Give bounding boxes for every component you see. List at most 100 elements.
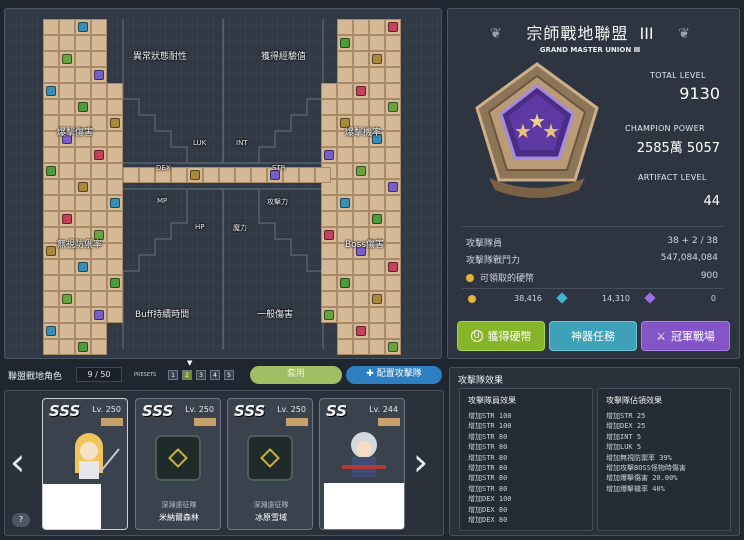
board-tile[interactable] (353, 195, 369, 211)
board-tile[interactable] (219, 167, 235, 183)
board-tile[interactable] (107, 99, 123, 115)
board-tile[interactable] (353, 35, 369, 51)
arrow-right-icon[interactable]: › (413, 440, 428, 484)
board-tile[interactable] (353, 51, 369, 67)
board-tile[interactable] (385, 147, 401, 163)
board-tile[interactable] (59, 307, 75, 323)
board-tile[interactable] (91, 83, 107, 99)
board-tile[interactable] (369, 259, 385, 275)
board-tile[interactable] (107, 163, 123, 179)
apply-button[interactable]: 套用 (250, 366, 342, 384)
board-tile[interactable] (91, 339, 107, 355)
board-tile[interactable] (385, 227, 401, 243)
board-tile[interactable] (43, 51, 59, 67)
board-tile[interactable] (235, 167, 251, 183)
board-tile[interactable] (91, 99, 107, 115)
board-tile[interactable] (385, 243, 401, 259)
board-tile[interactable] (321, 243, 337, 259)
board-tile[interactable] (385, 163, 401, 179)
board-tile[interactable] (59, 275, 75, 291)
board-tile[interactable] (91, 35, 107, 51)
board-tile[interactable] (91, 51, 107, 67)
character-card[interactable]: SSS Lv. 250 (42, 398, 128, 530)
board-tile[interactable] (353, 179, 369, 195)
board-tile[interactable] (369, 195, 385, 211)
board-tile[interactable] (299, 167, 315, 183)
board-tile[interactable] (75, 307, 91, 323)
board-tile[interactable] (43, 147, 59, 163)
board-tile[interactable] (107, 147, 123, 163)
board-tile[interactable] (385, 307, 401, 323)
board-tile[interactable] (385, 195, 401, 211)
board-tile[interactable] (43, 275, 59, 291)
board-tile[interactable] (75, 195, 91, 211)
board-tile[interactable] (321, 131, 337, 147)
board-tile[interactable] (91, 115, 107, 131)
board-tile[interactable] (353, 19, 369, 35)
board-tile[interactable] (369, 147, 385, 163)
preset-3-button[interactable]: 3 (196, 370, 206, 380)
preset-5-button[interactable]: 5 (224, 370, 234, 380)
board-tile[interactable] (43, 195, 59, 211)
board-tile[interactable] (59, 99, 75, 115)
board-tile[interactable] (75, 323, 91, 339)
board-tile[interactable] (369, 307, 385, 323)
board-tile[interactable] (123, 167, 139, 183)
board-tile[interactable] (43, 35, 59, 51)
board-tile[interactable] (59, 323, 75, 339)
champion-battle-button[interactable]: ⚔ 冠軍戰場 (641, 321, 730, 351)
board-tile[interactable] (385, 67, 401, 83)
board-tile[interactable] (75, 163, 91, 179)
board-tile[interactable] (107, 291, 123, 307)
board-tile[interactable] (353, 99, 369, 115)
board-tile[interactable] (43, 211, 59, 227)
board-tile[interactable] (75, 147, 91, 163)
board-tile[interactable] (43, 307, 59, 323)
board-tile[interactable] (91, 179, 107, 195)
board-tile[interactable] (139, 167, 155, 183)
board-tile[interactable] (353, 211, 369, 227)
board-tile[interactable] (337, 83, 353, 99)
board-tile[interactable] (369, 99, 385, 115)
board-tile[interactable] (353, 259, 369, 275)
board-tile[interactable] (353, 67, 369, 83)
get-coins-button[interactable]: U 獲得硬幣 (457, 321, 545, 351)
board-tile[interactable] (171, 167, 187, 183)
board-tile[interactable] (337, 51, 353, 67)
board-tile[interactable] (59, 35, 75, 51)
board-tile[interactable] (91, 19, 107, 35)
board-tile[interactable] (91, 211, 107, 227)
board-tile[interactable] (107, 131, 123, 147)
board-tile[interactable] (337, 19, 353, 35)
board-tile[interactable] (43, 179, 59, 195)
union-board[interactable]: 異常狀態耐性 獲得經驗值 爆擊傷害 爆擊機率 LUK INT DEX STR M… (4, 8, 442, 359)
board-tile[interactable] (321, 195, 337, 211)
board-tile[interactable] (369, 83, 385, 99)
board-tile[interactable] (369, 339, 385, 355)
board-tile[interactable] (43, 339, 59, 355)
board-tile[interactable] (385, 83, 401, 99)
board-tile[interactable] (369, 275, 385, 291)
board-tile[interactable] (107, 179, 123, 195)
board-tile[interactable] (59, 147, 75, 163)
board-tile[interactable] (385, 35, 401, 51)
board-tile[interactable] (107, 211, 123, 227)
board-tile[interactable] (321, 291, 337, 307)
board-tile[interactable] (107, 259, 123, 275)
board-tile[interactable] (337, 259, 353, 275)
board-tile[interactable] (315, 167, 331, 183)
board-tile[interactable] (385, 211, 401, 227)
board-tile[interactable] (321, 259, 337, 275)
board-tile[interactable] (75, 275, 91, 291)
board-tile[interactable] (321, 99, 337, 115)
board-tile[interactable] (337, 323, 353, 339)
preset-1-button[interactable]: 1 (168, 370, 178, 380)
board-tile[interactable] (43, 67, 59, 83)
board-tile[interactable] (251, 167, 267, 183)
board-tile[interactable] (369, 67, 385, 83)
board-tile[interactable] (203, 167, 219, 183)
artifact-quest-button[interactable]: 神器任務 (549, 321, 637, 351)
occupy-effects-box[interactable]: 攻擊隊佔領效果 增加STR 25 增加DEX 25 增加INT 5 增加LUK 5 增加… (597, 388, 731, 531)
board-tile[interactable] (337, 291, 353, 307)
board-tile[interactable] (353, 339, 369, 355)
